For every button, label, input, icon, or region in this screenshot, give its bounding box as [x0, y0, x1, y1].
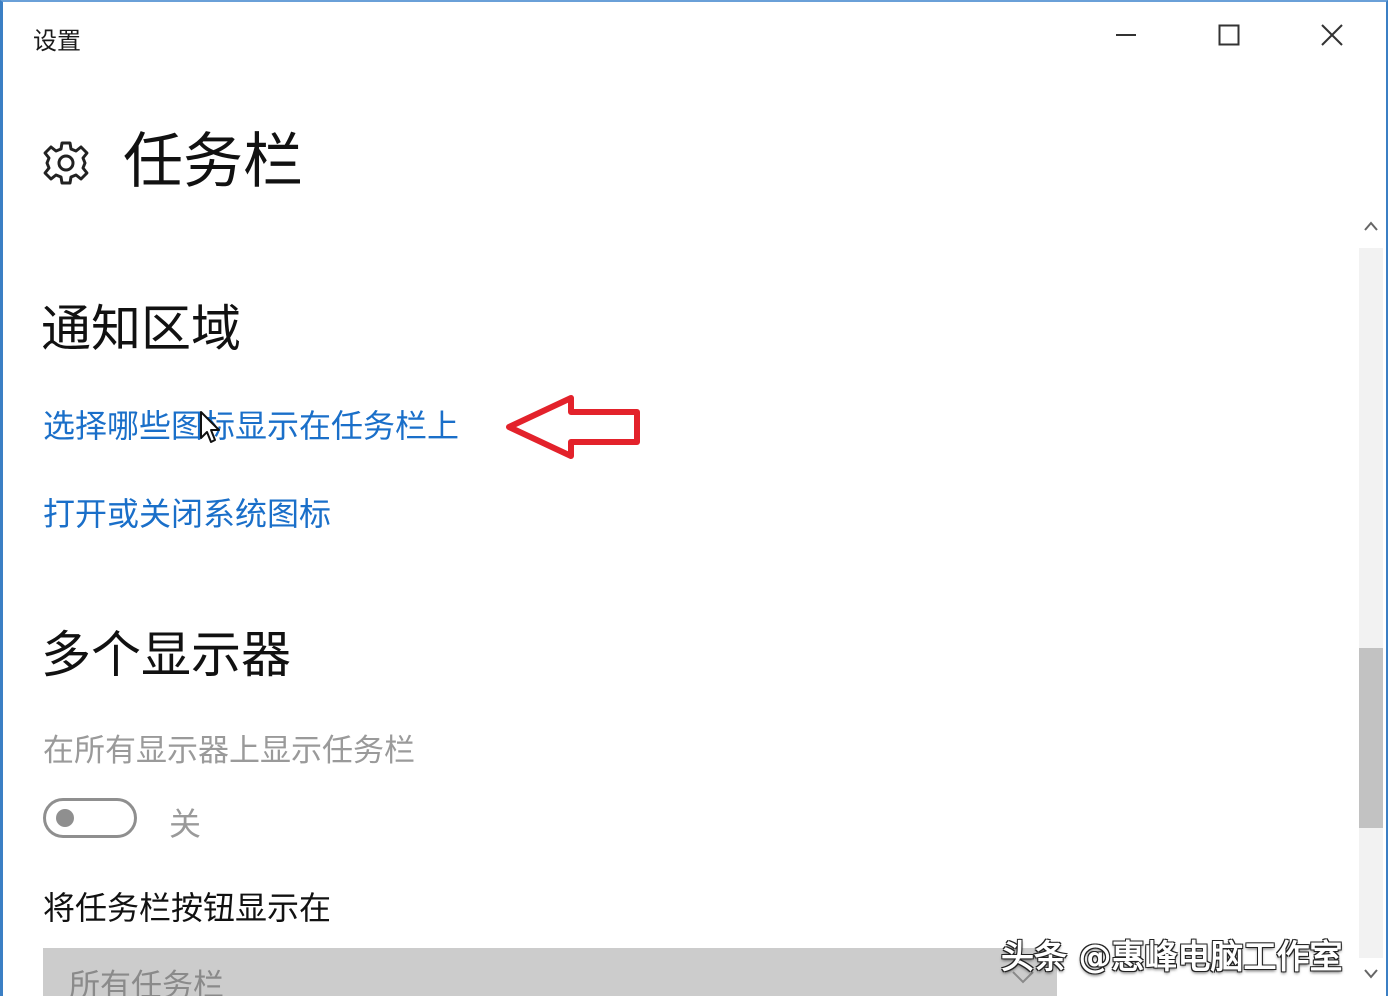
- settings-window: 设置 任务栏 通知区域 选择哪些图标显示在任务栏上 打开或关闭系统图标 多个显示…: [0, 0, 1388, 996]
- window-title: 设置: [33, 27, 81, 55]
- minimize-icon: [1116, 34, 1136, 36]
- scroll-thumb[interactable]: [1359, 648, 1383, 828]
- close-button[interactable]: [1307, 12, 1357, 58]
- watermark: 头条 @惠峰电脑工作室: [1001, 937, 1343, 976]
- toggle-knob: [56, 809, 74, 827]
- minimize-button[interactable]: [1101, 12, 1151, 58]
- title-bar: 设置: [3, 2, 1386, 72]
- taskbar-buttons-label: 将任务栏按钮显示在: [43, 889, 332, 927]
- dropdown-value: 所有任务栏: [69, 968, 224, 996]
- maximize-icon: [1218, 24, 1240, 46]
- vertical-scrollbar[interactable]: [1355, 212, 1386, 996]
- scroll-up-icon[interactable]: [1363, 220, 1379, 232]
- select-taskbar-icons-link[interactable]: 选择哪些图标显示在任务栏上: [43, 404, 459, 448]
- taskbar-buttons-dropdown[interactable]: 所有任务栏: [43, 948, 1057, 996]
- maximize-button[interactable]: [1204, 12, 1254, 58]
- scroll-down-icon[interactable]: [1363, 968, 1379, 980]
- multiple-displays-heading: 多个显示器: [41, 626, 291, 684]
- red-arrow-annotation: [506, 395, 640, 459]
- scroll-track[interactable]: [1359, 248, 1383, 958]
- page-title: 任务栏: [123, 127, 303, 197]
- show-taskbar-all-displays-toggle[interactable]: [43, 798, 137, 838]
- show-taskbar-all-displays-label: 在所有显示器上显示任务栏: [43, 733, 415, 769]
- mouse-cursor-icon: [200, 411, 220, 443]
- close-icon: [1321, 24, 1343, 46]
- notification-area-heading: 通知区域: [41, 300, 241, 358]
- gear-icon: [43, 141, 89, 185]
- system-icons-link[interactable]: 打开或关闭系统图标: [43, 492, 331, 536]
- toggle-state-label: 关: [169, 805, 202, 843]
